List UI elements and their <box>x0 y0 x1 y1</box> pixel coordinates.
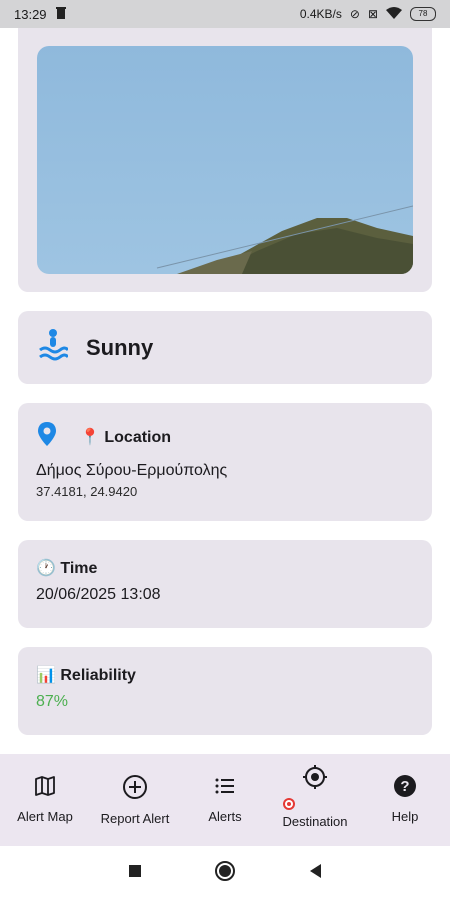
reliability-value: 87% <box>36 693 69 710</box>
photo-card <box>18 28 432 292</box>
help-icon: ? <box>393 774 417 801</box>
reliability-heading: 📊 Reliability <box>36 667 136 684</box>
bottom-nav: Alert Map Report Alert Alerts Destinatio… <box>0 754 450 846</box>
nav-report-alert[interactable]: Report Alert <box>90 754 180 826</box>
reliability-card: 📊 Reliability 87% <box>18 647 432 735</box>
nav-label: Alert Map <box>17 809 73 824</box>
location-coords: 37.4181, 24.9420 <box>36 484 138 499</box>
nav-alert-map[interactable]: Alert Map <box>0 754 90 824</box>
location-heading: 📍 Location <box>80 428 172 446</box>
status-time: 13:29 <box>14 6 47 22</box>
nav-label: Help <box>391 809 419 824</box>
weather-title: Sunny <box>86 334 154 360</box>
list-icon <box>213 774 237 801</box>
nav-label: Destination <box>282 814 348 829</box>
sim-icon: ⊠ <box>367 7 378 21</box>
svg-text:?: ? <box>400 778 409 795</box>
add-circle-icon <box>122 774 148 803</box>
time-heading: 🕐 Time <box>36 560 98 577</box>
map-icon <box>33 774 57 801</box>
location-name: Δήμος Σύρου-Ερμούπολης <box>36 462 228 479</box>
scroll-content[interactable]: Sunny 📍 Location Δήμος Σύρου-Ερμούπολης … <box>0 28 450 754</box>
weather-card: Sunny <box>18 311 432 384</box>
net-speed: 0.4KB/s <box>299 7 342 21</box>
nav-destination[interactable]: Destination <box>270 754 360 829</box>
weather-wave-person-icon <box>38 328 70 367</box>
nav-alerts[interactable]: Alerts <box>180 754 270 824</box>
dart-target-icon <box>282 797 296 814</box>
location-pin-icon <box>36 421 58 452</box>
location-card: 📍 Location Δήμος Σύρου-Ερμούπολης 37.418… <box>18 403 432 521</box>
trash-icon <box>55 6 67 22</box>
nav-label: Alerts <box>208 809 242 824</box>
system-nav-bar <box>0 846 450 900</box>
home-button[interactable] <box>214 860 236 887</box>
alert-photo[interactable] <box>37 46 413 274</box>
time-value: 20/06/2025 13:08 <box>36 586 161 603</box>
alarm-off-icon: ⊘ <box>349 7 360 21</box>
time-card: 🕐 Time 20/06/2025 13:08 <box>18 540 432 628</box>
wifi-icon <box>386 6 402 22</box>
battery-icon: 78 <box>410 7 436 21</box>
recents-button[interactable] <box>128 864 142 883</box>
back-button[interactable] <box>308 863 322 884</box>
nav-help[interactable]: ? Help <box>360 754 450 824</box>
status-bar: 13:29 0.4KB/s ⊘ ⊠ 78 <box>0 0 450 28</box>
target-icon <box>302 764 328 793</box>
nav-label: Report Alert <box>100 811 170 826</box>
